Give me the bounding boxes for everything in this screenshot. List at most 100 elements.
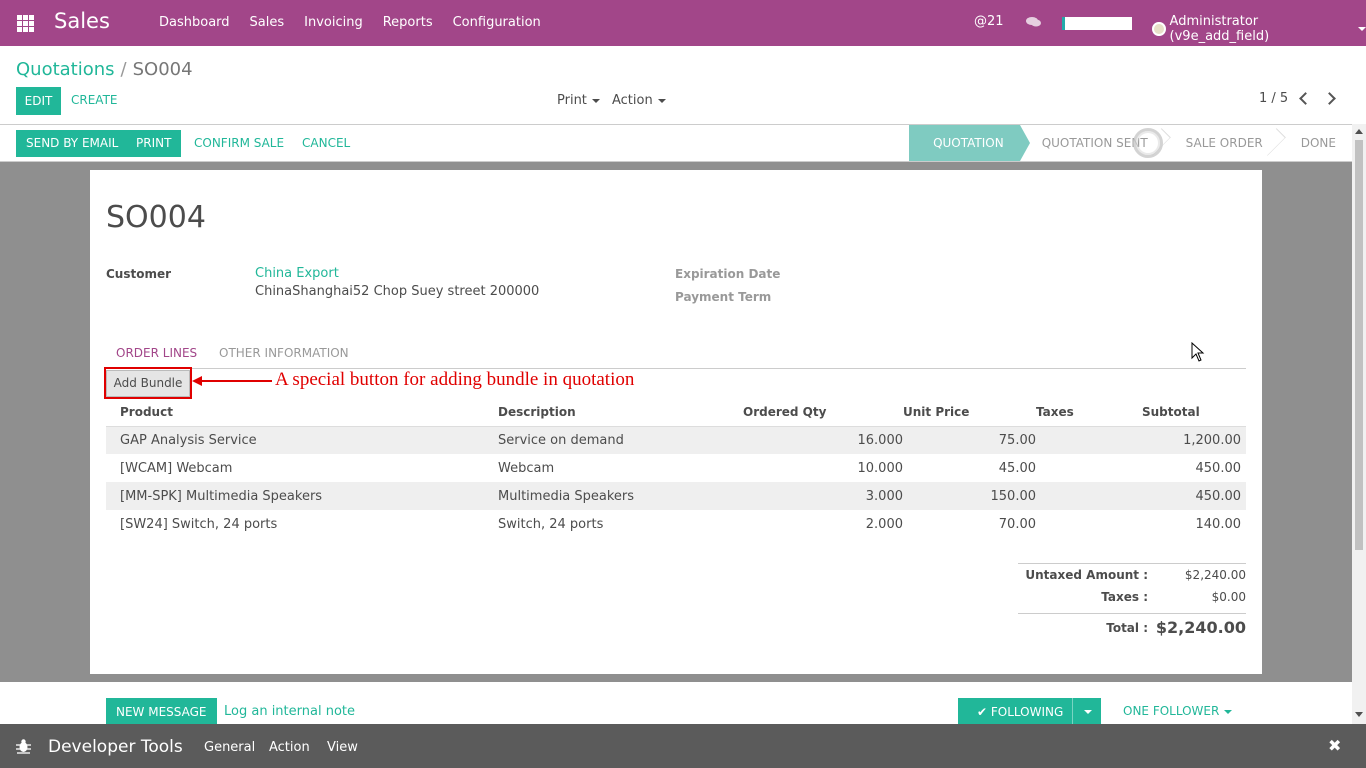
- stage-label: SALE ORDER: [1185, 136, 1263, 150]
- cell-description: Service on demand: [498, 426, 743, 454]
- cell-price: 75.00: [903, 426, 1036, 454]
- app-title: Sales: [54, 9, 110, 33]
- column-header-unit-price[interactable]: Unit Price: [903, 399, 1036, 427]
- document-title: SO004: [106, 200, 206, 235]
- tab-other-information[interactable]: OTHER INFORMATION: [219, 346, 349, 360]
- page-scrollbar[interactable]: [1352, 124, 1366, 724]
- cell-price: 150.00: [903, 482, 1036, 510]
- menu-sales[interactable]: Sales: [250, 15, 285, 30]
- table-row[interactable]: GAP Analysis Service Service on demand 1…: [106, 426, 1246, 454]
- caret-down-icon: [591, 98, 600, 103]
- developer-tools-bar: Developer Tools General Action View ✖: [0, 724, 1366, 768]
- followers-label: ONE FOLLOWER: [1123, 704, 1220, 718]
- caret-down-icon[interactable]: [1084, 710, 1092, 714]
- cell-taxes: [1036, 426, 1094, 454]
- breadcrumb-separator: /: [120, 59, 127, 80]
- cell-subtotal: 450.00: [1195, 460, 1242, 476]
- cell-product: [SW24] Switch, 24 ports: [120, 516, 278, 532]
- stage-quotation[interactable]: QUOTATION: [909, 125, 1030, 161]
- tab-order-lines[interactable]: ORDER LINES: [116, 346, 197, 360]
- table-row[interactable]: [MM-SPK] Multimedia Speakers Multimedia …: [106, 482, 1246, 510]
- cell-product: GAP Analysis Service: [106, 426, 498, 454]
- main-menu: Dashboard Sales Invoicing Reports Config…: [159, 15, 561, 30]
- stage-pipeline: QUOTATION QUOTATION SENT SALE ORDER DONE: [909, 125, 1352, 161]
- column-header-ordered-qty[interactable]: Ordered Qty: [743, 399, 903, 427]
- cancel-button[interactable]: CANCEL: [292, 130, 360, 157]
- untaxed-amount-value: $2,240.00: [1184, 568, 1246, 582]
- cell-subtotal: 140.00: [1195, 516, 1242, 532]
- edit-button[interactable]: EDIT: [16, 87, 61, 115]
- annotation-arrowhead: [192, 376, 202, 386]
- cell-price: 70.00: [998, 516, 1036, 532]
- close-icon[interactable]: ✖: [1328, 736, 1341, 755]
- developer-tools-title: Developer Tools: [48, 737, 183, 757]
- untaxed-amount-row: Untaxed Amount : $2,240.00: [1018, 563, 1246, 586]
- confirm-sale-button[interactable]: CONFIRM SALE: [184, 130, 294, 157]
- taxes-row: Taxes : $0.00: [1018, 586, 1246, 609]
- order-lines-table: Product Description Ordered Qty Unit Pri…: [106, 399, 1246, 538]
- total-value: $2,240.00: [1155, 618, 1246, 637]
- total-label: Total :: [1106, 621, 1148, 635]
- following-text: FOLLOWING: [990, 705, 1064, 719]
- cell-qty: 2.000: [865, 516, 903, 532]
- add-bundle-button[interactable]: Add Bundle: [106, 370, 190, 397]
- stage-done[interactable]: DONE: [1279, 125, 1352, 161]
- following-button[interactable]: ✔ FOLLOWING: [958, 698, 1101, 726]
- expiration-date-label: Expiration Date: [675, 267, 781, 281]
- button-divider: [1072, 698, 1073, 726]
- print-dropdown[interactable]: Print: [557, 93, 600, 108]
- column-header-subtotal[interactable]: Subtotal: [1094, 399, 1246, 427]
- table-row[interactable]: [SW24] Switch, 24 ports Switch, 24 ports…: [106, 510, 1246, 538]
- menu-invoicing[interactable]: Invoicing: [304, 15, 363, 30]
- menu-dashboard[interactable]: Dashboard: [159, 15, 230, 30]
- cell-taxes: [1036, 510, 1094, 538]
- scroll-up-arrow-icon[interactable]: [1355, 129, 1363, 134]
- breadcrumb-current: SO004: [132, 59, 193, 80]
- action-dropdown-label: Action: [612, 93, 653, 108]
- cell-subtotal: 1,200.00: [1094, 426, 1246, 454]
- dev-menu-action[interactable]: Action: [269, 740, 310, 755]
- customer-address: ChinaShanghai52 Chop Suey street 200000: [255, 284, 540, 299]
- totals-block: Untaxed Amount : $2,240.00 Taxes : $0.00…: [1018, 563, 1246, 641]
- breadcrumb-quotations[interactable]: Quotations: [16, 59, 115, 80]
- next-record-icon[interactable]: [1323, 92, 1336, 105]
- cell-description: Switch, 24 ports: [498, 516, 604, 532]
- action-dropdown[interactable]: Action: [612, 93, 666, 108]
- pager-value[interactable]: 1 / 5: [1259, 91, 1288, 106]
- column-header-product[interactable]: Product: [106, 399, 498, 427]
- mentions-counter[interactable]: @21: [974, 14, 1004, 29]
- user-menu[interactable]: Administrator (v9e_add_field): [1152, 14, 1366, 44]
- previous-record-icon[interactable]: [1299, 92, 1312, 105]
- scroll-down-arrow-icon[interactable]: [1355, 712, 1363, 717]
- create-button[interactable]: CREATE: [61, 87, 128, 114]
- mouse-cursor-icon: [1191, 342, 1205, 362]
- caret-down-icon: [657, 98, 666, 103]
- menu-configuration[interactable]: Configuration: [453, 15, 541, 30]
- stage-label: QUOTATION SENT: [1041, 136, 1148, 150]
- customer-link[interactable]: China Export: [255, 266, 339, 281]
- new-message-button[interactable]: NEW MESSAGE: [106, 698, 217, 726]
- cell-product: [WCAM] Webcam: [120, 460, 233, 476]
- dev-menu-view[interactable]: View: [327, 740, 358, 755]
- menu-reports[interactable]: Reports: [383, 15, 433, 30]
- dev-menu-general[interactable]: General: [204, 740, 255, 755]
- stage-sale-order[interactable]: SALE ORDER: [1164, 125, 1286, 161]
- notebook-tabs: ORDER LINES OTHER INFORMATION: [106, 346, 1246, 369]
- chat-icon[interactable]: [1026, 16, 1041, 28]
- taxes-label: Taxes :: [1101, 590, 1148, 604]
- scrollbar-thumb[interactable]: [1355, 140, 1363, 550]
- send-by-email-button[interactable]: SEND BY EMAIL: [16, 130, 129, 157]
- stage-label: DONE: [1300, 136, 1336, 150]
- cell-qty: 10.000: [857, 460, 904, 476]
- stage-label: QUOTATION: [933, 136, 1004, 150]
- column-header-taxes[interactable]: Taxes: [1036, 399, 1094, 427]
- followers-dropdown[interactable]: ONE FOLLOWER: [1123, 704, 1233, 718]
- column-header-description[interactable]: Description: [498, 399, 743, 427]
- apps-grid-icon[interactable]: [17, 15, 34, 32]
- table-header-row: Product Description Ordered Qty Unit Pri…: [106, 399, 1246, 427]
- log-note-link[interactable]: Log an internal note: [224, 704, 355, 719]
- table-row[interactable]: [WCAM] Webcam Webcam 10.000 45.00 450.00: [106, 454, 1246, 482]
- breadcrumb: Quotations / SO004: [16, 59, 193, 80]
- print-button[interactable]: PRINT: [126, 130, 182, 157]
- top-navbar: Sales Dashboard Sales Invoicing Reports …: [0, 0, 1366, 46]
